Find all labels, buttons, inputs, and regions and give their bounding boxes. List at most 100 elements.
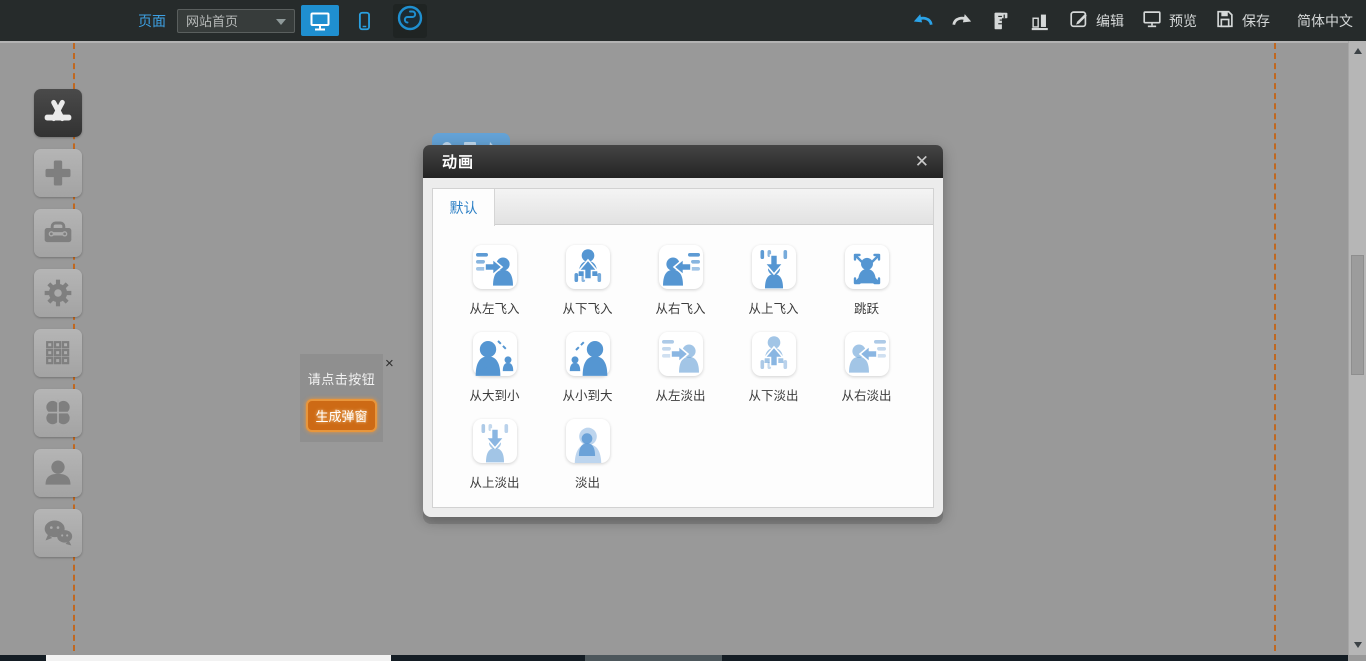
fade-left-icon [659,332,703,376]
animation-option-label: 从左飞入 [448,298,541,317]
animation-option-fly-down[interactable]: 从下飞入 [541,245,634,332]
triangle-up-icon [1354,48,1362,54]
edit-button[interactable]: 编辑 [1068,8,1124,33]
animation-option-fade-out[interactable]: 淡出 [541,419,634,506]
fade-out-icon [566,419,610,463]
save-label: 保存 [1242,11,1270,31]
person-icon [38,453,78,493]
ruler-button[interactable] [990,10,1012,32]
animation-option-fly-left[interactable]: 从左飞入 [448,245,541,332]
animation-option-label: 从上飞入 [727,298,820,317]
fly-down-icon [566,245,610,289]
animation-option-fly-up[interactable]: 从上飞入 [727,245,820,332]
save-button[interactable]: 保存 [1214,8,1270,33]
modal-title: 动画 [442,151,474,172]
big-to-small-icon [473,332,517,376]
animation-option-label: 从上淡出 [448,472,541,491]
animation-option-label: 从右淡出 [820,385,913,404]
bottom-strip-light-segment [46,655,391,661]
fly-left-icon [473,245,517,289]
fade-up-icon [473,419,517,463]
fade-right-icon [845,332,889,376]
scroll-up-arrow[interactable] [1349,43,1366,59]
animation-grid: 从左飞入从下飞入从右飞入从上飞入跳跃从大到小从小到大从左淡出从下淡出从右淡出从上… [433,225,933,506]
widget-prompt-text: 请点击按钮 [300,369,383,388]
sidebar-item-clover[interactable] [34,389,82,437]
top-toolbar: 页面 网站首页 编辑 [0,0,1366,41]
popup-trigger-widget[interactable]: 请点击按钮 生成弹窗 × [300,354,383,442]
animation-option-fade-left[interactable]: 从左淡出 [634,332,727,419]
sidebar-item-grid[interactable] [34,329,82,377]
animation-option-jump[interactable]: 跳跃 [820,245,913,332]
page-label: 页面 [138,11,166,31]
mobile-view-button[interactable] [345,5,383,36]
page-dropdown[interactable]: 网站首页 [177,9,295,33]
page-dropdown-value: 网站首页 [186,11,238,30]
desktop-view-button[interactable] [301,5,339,36]
vertical-scrollbar[interactable] [1348,41,1366,655]
sidebar-item-plus[interactable] [34,149,82,197]
modal-close-icon[interactable]: ✕ [915,153,929,170]
clover-icon [38,393,78,433]
animation-option-label: 从小到大 [541,385,634,404]
animation-option-fade-up[interactable]: 从上淡出 [448,419,541,506]
design-canvas[interactable]: 请点击按钮 生成弹窗 × 动画 ✕ 默认 [0,41,1348,661]
bottom-strip-gray-segment [585,655,722,661]
animation-option-label: 淡出 [541,472,634,491]
tabstrip: 默认 [433,189,933,225]
link-button[interactable] [393,4,427,38]
animation-option-fly-right[interactable]: 从右飞入 [634,245,727,332]
animation-modal: 动画 ✕ 默认 从左飞入从下飞入从右飞入从上飞入跳跃从大到小从小到大从左淡出从下… [423,145,943,517]
animation-option-label: 从左淡出 [634,385,727,404]
animation-option-label: 从右飞入 [634,298,727,317]
preview-button[interactable]: 预览 [1141,8,1197,33]
scroll-down-arrow[interactable] [1349,637,1366,653]
scrollbar-thumb[interactable] [1351,255,1364,375]
widget-close-icon[interactable]: × [385,356,394,371]
guide-line-right [1274,43,1276,661]
fly-right-icon [659,245,703,289]
editor-app: 页面 网站首页 编辑 [0,0,1366,661]
monitor-icon [1141,8,1163,33]
animation-option-label: 从大到小 [448,385,541,404]
modal-body: 默认 从左飞入从下飞入从右飞入从上飞入跳跃从大到小从小到大从左淡出从下淡出从右淡… [423,178,943,517]
sidebar-item-toolbox[interactable] [34,209,82,257]
small-to-big-icon [566,332,610,376]
mobile-icon [353,9,375,33]
animation-panel: 默认 从左飞入从下飞入从右飞入从上飞入跳跃从大到小从小到大从左淡出从下淡出从右淡… [432,188,934,508]
caret-down-icon [276,13,286,28]
fly-up-icon [752,245,796,289]
modal-titlebar[interactable]: 动画 ✕ [423,145,943,178]
generate-popup-button[interactable]: 生成弹窗 [306,399,376,432]
stats-button[interactable] [1029,10,1051,32]
sidebar-item-wechat[interactable] [34,509,82,557]
fade-down-icon [752,332,796,376]
edit-icon [1068,8,1090,33]
plus-icon [38,153,78,193]
wechat-icon [38,513,78,553]
sidebar-item-gear[interactable] [34,269,82,317]
sidebar-item-person[interactable] [34,449,82,497]
sidebar-item-appstore[interactable] [34,89,82,137]
animation-option-fade-right[interactable]: 从右淡出 [820,332,913,419]
language-switcher[interactable]: 简体中文 [1297,11,1353,31]
toolbar-right-group: 编辑 预览 保存 简体中文 [912,0,1353,41]
jump-icon [845,245,889,289]
edit-label: 编辑 [1096,11,1124,31]
grid-icon [38,333,78,373]
toolbox-icon [38,213,78,253]
animation-option-label: 从下飞入 [541,298,634,317]
animation-option-label: 跳跃 [820,298,913,317]
triangle-down-icon [1354,642,1362,648]
desktop-icon [308,9,332,33]
preview-label: 预览 [1169,11,1197,31]
animation-option-fade-down[interactable]: 从下淡出 [727,332,820,419]
animation-option-big-to-small[interactable]: 从大到小 [448,332,541,419]
toolbar-left-group: 页面 网站首页 [138,4,427,38]
tab-default[interactable]: 默认 [433,189,495,226]
undo-button[interactable] [912,10,934,32]
sidebar [34,89,82,569]
redo-button[interactable] [951,10,973,32]
animation-option-label: 从下淡出 [727,385,820,404]
animation-option-small-to-big[interactable]: 从小到大 [541,332,634,419]
